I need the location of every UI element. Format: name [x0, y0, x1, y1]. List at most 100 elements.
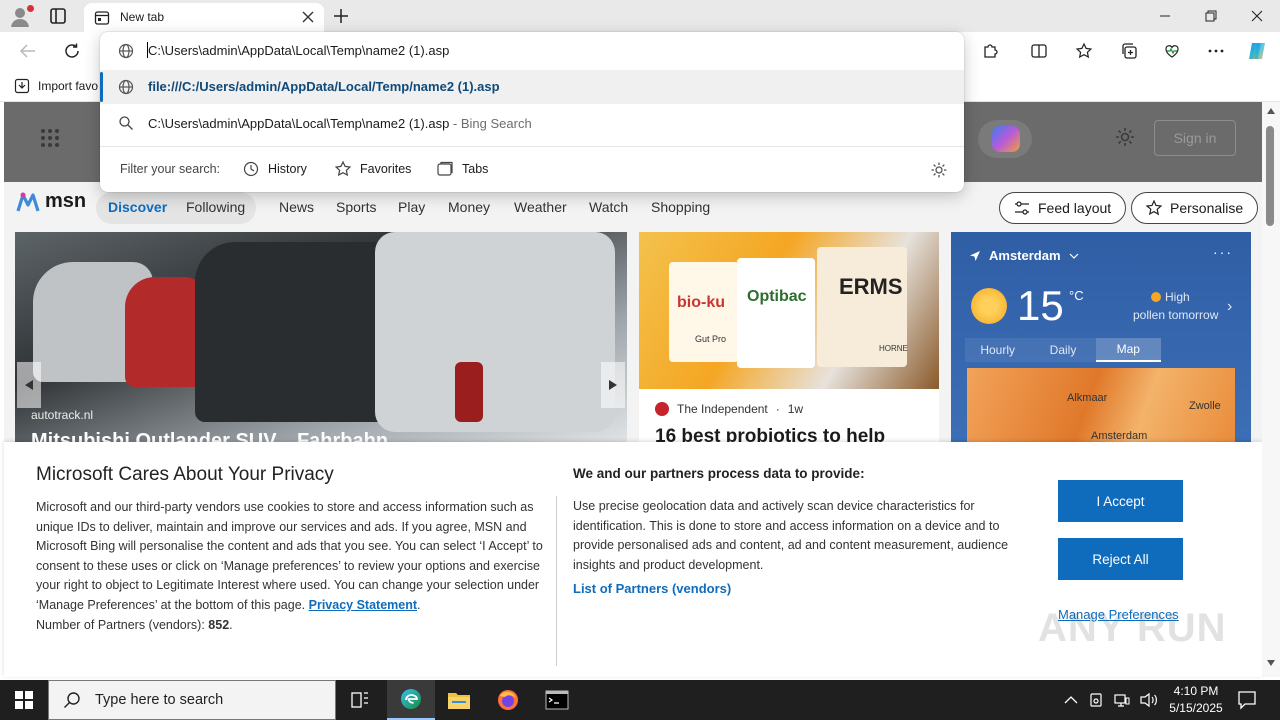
windows-logo-icon: [15, 691, 33, 709]
windows-taskbar: Type here to search 4:10 PM 5/15/2025: [0, 680, 1280, 720]
nav-sports[interactable]: Sports: [336, 199, 376, 215]
settings-menu-button[interactable]: [1202, 38, 1230, 64]
weather-map[interactable]: Alkmaar Zwolle Amsterdam: [967, 368, 1235, 448]
hero-story-card[interactable]: [15, 232, 627, 448]
edge-browser-icon: [401, 689, 421, 709]
product-label: ERMS: [839, 274, 903, 299]
feed-layout-button[interactable]: Feed layout: [999, 192, 1127, 224]
task-view-button[interactable]: [336, 680, 384, 720]
news-age: 1w: [787, 402, 804, 416]
nav-play[interactable]: Play: [398, 199, 425, 215]
apps-grid-icon[interactable]: [40, 128, 60, 148]
close-window-button[interactable]: [1234, 0, 1280, 32]
copilot-search-button[interactable]: [978, 120, 1032, 158]
msn-logo-text: msn: [45, 190, 87, 212]
taskbar-search-box[interactable]: Type here to search: [48, 680, 336, 720]
volume-icon[interactable]: [1140, 692, 1158, 708]
taskbar-file-explorer[interactable]: [435, 680, 483, 720]
favorites-button[interactable]: [1070, 38, 1098, 64]
start-button[interactable]: [0, 680, 48, 720]
partners-count-label: Number of Partners (vendors):: [36, 617, 205, 632]
suggestion-file-url[interactable]: file:///C:/Users/admin/AppData/Local/Tem…: [100, 70, 964, 104]
browser-essentials-button[interactable]: [1158, 38, 1186, 64]
nav-money[interactable]: Money: [448, 199, 490, 215]
filter-favorites[interactable]: Favorites: [334, 160, 411, 178]
chevron-down-icon: [1069, 253, 1078, 259]
address-input[interactable]: C:\Users\admin\AppData\Local\Temp\name2 …: [148, 43, 449, 58]
import-favorites-button[interactable]: Import favo: [14, 78, 98, 94]
taskbar-clock[interactable]: 4:10 PM 5/15/2025: [1166, 683, 1226, 717]
device-icon[interactable]: [1088, 692, 1104, 708]
chevron-right-icon[interactable]: ›: [1227, 298, 1232, 316]
import-icon: [14, 78, 30, 94]
reject-all-button[interactable]: Reject All: [1058, 538, 1183, 580]
taskbar-terminal[interactable]: [533, 680, 581, 720]
collections-button[interactable]: [1115, 38, 1143, 64]
profile-button[interactable]: [8, 4, 36, 28]
nav-news[interactable]: News: [279, 199, 314, 215]
nav-shopping[interactable]: Shopping: [651, 199, 710, 215]
privacy-statement-link[interactable]: Privacy Statement: [309, 598, 417, 612]
minimize-button[interactable]: [1142, 0, 1188, 32]
carousel-prev-button[interactable]: [17, 362, 41, 408]
tab-daily[interactable]: Daily: [1030, 338, 1096, 362]
new-tab-button[interactable]: [330, 5, 352, 27]
weather-tabs: Hourly Daily Map: [965, 338, 1161, 362]
consent-purposes-title: We and our partners process data to prov…: [573, 466, 865, 481]
clock-date: 5/15/2025: [1169, 701, 1223, 715]
refresh-button[interactable]: [58, 38, 86, 64]
tab-actions-icon: [50, 8, 66, 24]
weather-location[interactable]: Amsterdam: [969, 248, 1079, 263]
tab-hourly[interactable]: Hourly: [965, 338, 1031, 362]
consent-title: Microsoft Cares About Your Privacy: [36, 464, 334, 485]
list-of-partners-link[interactable]: List of Partners (vendors): [573, 581, 731, 596]
gear-icon[interactable]: [1114, 126, 1136, 148]
tab-actions-button[interactable]: [46, 4, 74, 28]
back-arrow-icon: [19, 44, 35, 58]
nav-weather[interactable]: Weather: [514, 199, 567, 215]
scroll-thumb[interactable]: [1266, 126, 1274, 226]
chevron-up-icon[interactable]: [1064, 695, 1078, 705]
restore-button[interactable]: [1188, 0, 1234, 32]
accept-button[interactable]: I Accept: [1058, 480, 1183, 522]
page-scrollbar[interactable]: [1262, 102, 1280, 677]
refresh-icon: [65, 43, 79, 58]
copilot-icon: [1249, 43, 1265, 59]
scroll-down-icon[interactable]: [1267, 660, 1275, 666]
nav-watch[interactable]: Watch: [589, 199, 628, 215]
filter-tabs[interactable]: Tabs: [436, 160, 488, 178]
close-tab-icon[interactable]: [302, 11, 314, 23]
sunny-icon: [971, 288, 1007, 324]
weather-card[interactable]: Amsterdam ··· 15 °C High pollen tomorrow…: [951, 232, 1251, 448]
notification-center-icon[interactable]: [1236, 689, 1258, 711]
personalise-button[interactable]: Personalise: [1131, 192, 1259, 224]
nav-following[interactable]: Following: [186, 199, 245, 215]
carousel-next-button[interactable]: [601, 362, 625, 408]
gear-icon[interactable]: [930, 161, 948, 179]
nav-discover[interactable]: Discover: [108, 199, 167, 215]
location-arrow-icon: [970, 250, 980, 261]
search-icon: [119, 116, 133, 130]
weather-more-options-icon[interactable]: ···: [1213, 244, 1233, 260]
filter-history[interactable]: History: [242, 160, 307, 178]
back-button[interactable]: [14, 38, 42, 64]
network-icon[interactable]: [1114, 692, 1130, 708]
scroll-up-icon[interactable]: [1267, 108, 1275, 114]
manage-preferences-link[interactable]: Manage Preferences: [1058, 607, 1179, 622]
sign-in-button[interactable]: Sign in: [1154, 120, 1236, 156]
folder-icon: [448, 693, 470, 709]
copilot-button[interactable]: [1244, 38, 1272, 64]
suggestion-bing-search[interactable]: C:\Users\admin\AppData\Local\Temp\name2 …: [100, 106, 964, 140]
address-bar[interactable]: C:\Users\admin\AppData\Local\Temp\name2 …: [100, 32, 964, 70]
msn-logo[interactable]: msn: [16, 190, 86, 213]
taskbar-firefox[interactable]: [484, 680, 532, 720]
news-card[interactable]: bio-ku Optibac ERMS Gut Pro HORNE The In…: [639, 232, 939, 448]
product-label: HORNE: [879, 344, 908, 353]
tab-map[interactable]: Map: [1095, 338, 1161, 362]
copilot-icon: [992, 126, 1020, 152]
taskbar-edge[interactable]: [387, 680, 435, 720]
extensions-button[interactable]: [977, 38, 1005, 64]
tabs-icon: [437, 161, 453, 176]
split-screen-button[interactable]: [1025, 38, 1053, 64]
tab-new-tab[interactable]: New tab: [84, 3, 324, 32]
